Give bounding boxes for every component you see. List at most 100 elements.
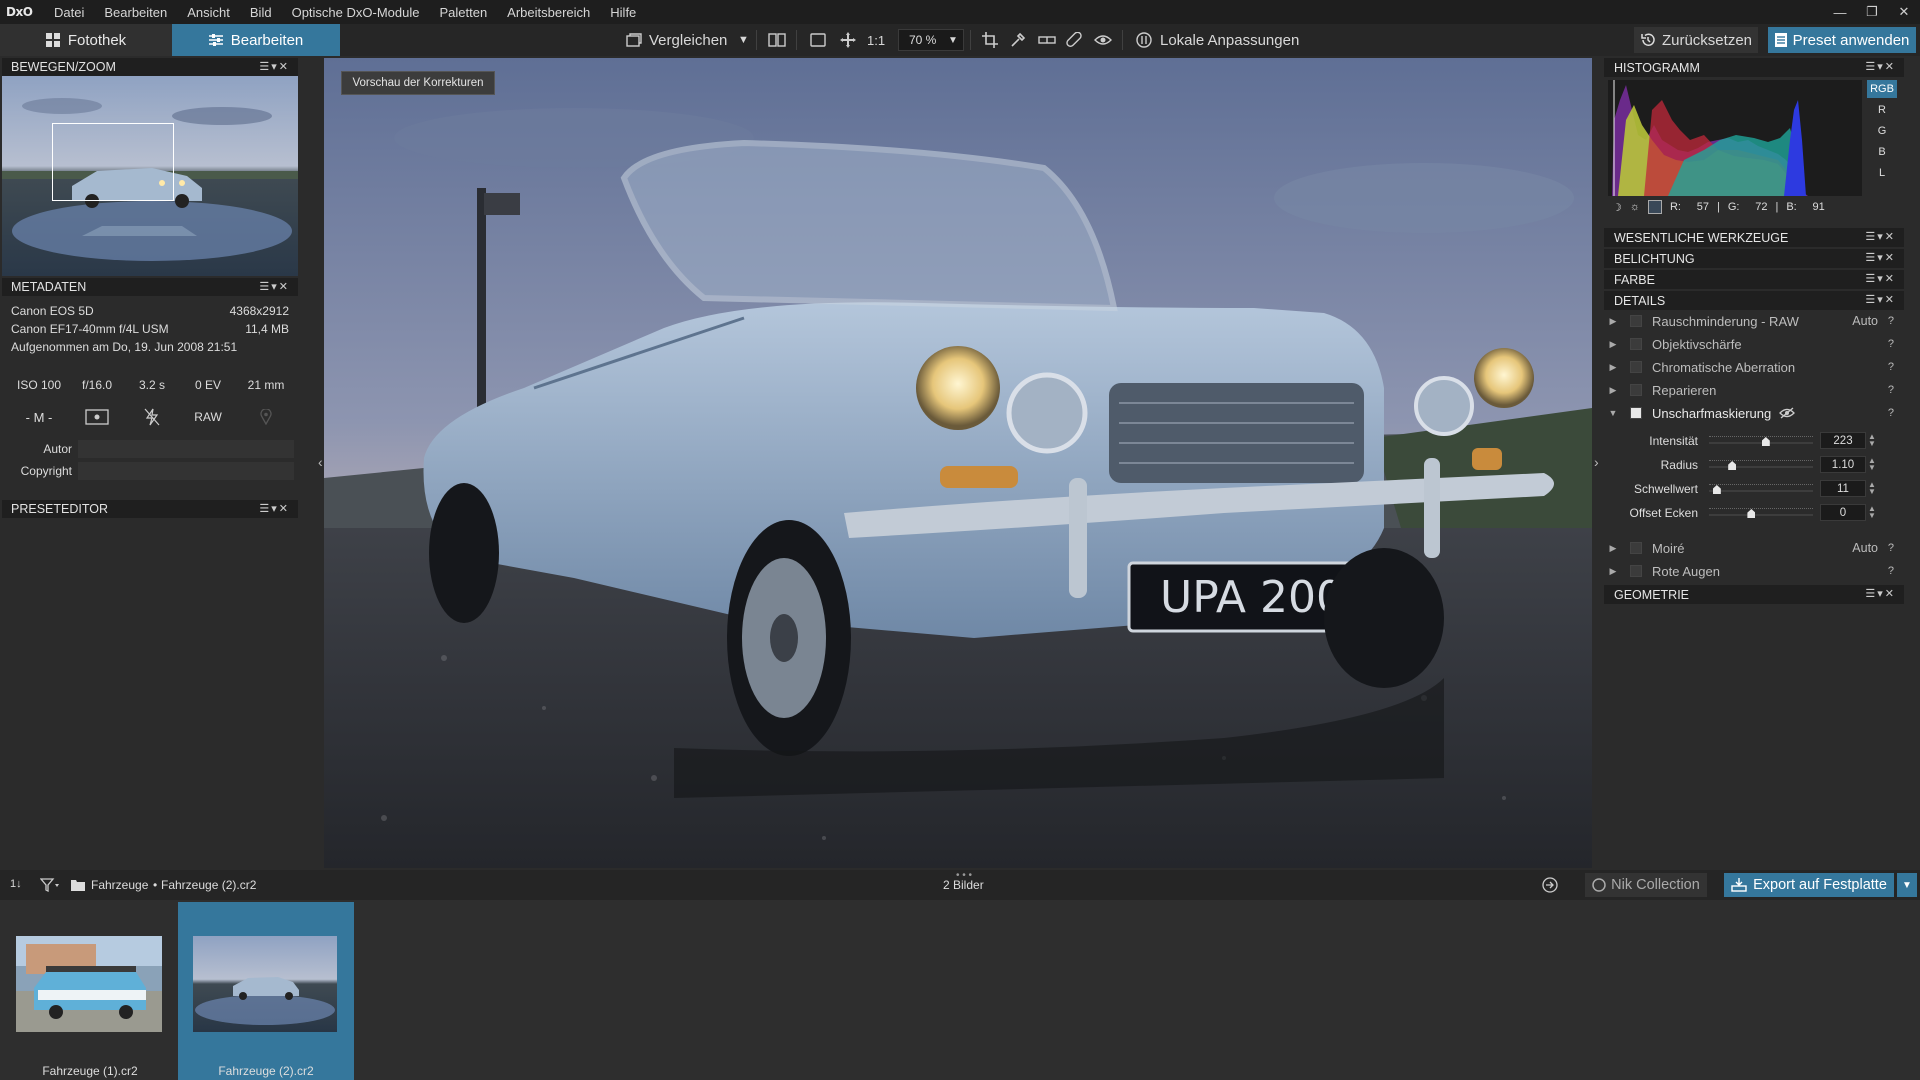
filter-icon[interactable]	[40, 878, 60, 892]
expand-arrow-icon[interactable]: ▶	[1604, 566, 1622, 577]
panel-menu-icon[interactable]: ☰▾✕	[1865, 272, 1896, 285]
hide-preview-eye-icon[interactable]	[1779, 407, 1796, 419]
navigator-viewport-rect[interactable]	[52, 123, 174, 201]
fit-view-button[interactable]	[810, 24, 826, 56]
panel-menu-icon[interactable]: ☰▾✕	[259, 280, 290, 293]
channel-b-button[interactable]: B	[1867, 143, 1897, 161]
help-icon[interactable]: ?	[1888, 542, 1894, 554]
exposure-header[interactable]: BELICHTUNG ☰▾✕	[1604, 249, 1904, 268]
image-viewer[interactable]: UPA 200	[324, 58, 1592, 868]
slider-value-input[interactable]: 1.10	[1820, 456, 1866, 473]
crop-button[interactable]	[982, 24, 998, 56]
tool-toggle-checkbox[interactable]	[1630, 338, 1642, 350]
shadow-clipping-icon[interactable]: ☽	[1612, 201, 1622, 214]
tool-moire[interactable]: ▶ Moiré Auto ?	[1604, 537, 1902, 559]
copyright-input[interactable]	[78, 462, 294, 480]
menu-arbeitsbereich[interactable]: Arbeitsbereich	[497, 5, 600, 20]
spinner-arrows-icon[interactable]: ▲ ▼	[1868, 481, 1876, 496]
breadcrumb-folder[interactable]: Fahrzeuge	[91, 878, 148, 892]
apply-preset-button[interactable]: Preset anwenden	[1768, 27, 1916, 53]
collapse-right-panel-icon[interactable]: ›	[1594, 454, 1599, 470]
export-dropdown-icon[interactable]: ▼	[1897, 873, 1917, 897]
collapse-arrow-icon[interactable]: ▼	[1604, 408, 1622, 418]
collapse-left-panel-icon[interactable]: ‹	[318, 454, 323, 470]
red-eye-button[interactable]	[1094, 24, 1112, 56]
channel-r-button[interactable]: R	[1867, 101, 1897, 119]
reset-button[interactable]: Zurücksetzen	[1634, 27, 1758, 53]
move-button[interactable]	[840, 24, 856, 56]
slider-track[interactable]	[1709, 432, 1813, 448]
tool-toggle-checkbox[interactable]	[1630, 384, 1642, 396]
help-icon[interactable]: ?	[1888, 361, 1894, 373]
slider-track[interactable]	[1709, 504, 1813, 520]
expand-arrow-icon[interactable]: ▶	[1604, 385, 1622, 396]
essential-tools-header[interactable]: WESENTLICHE WERKZEUGE ☰▾✕	[1604, 228, 1904, 247]
tool-red-eye[interactable]: ▶ Rote Augen ?	[1604, 560, 1902, 582]
help-icon[interactable]: ?	[1888, 338, 1894, 350]
spinner-arrows-icon[interactable]: ▲ ▼	[1868, 457, 1876, 472]
panel-menu-icon[interactable]: ☰▾✕	[259, 60, 290, 73]
filmstrip-item[interactable]: Fahrzeuge (1).cr2	[2, 902, 178, 1080]
one-to-one-button[interactable]: 1:1	[867, 24, 885, 56]
help-icon[interactable]: ?	[1888, 565, 1894, 577]
panel-menu-icon[interactable]: ☰▾✕	[259, 502, 290, 515]
zoom-dropdown-icon[interactable]: ▼	[948, 24, 958, 56]
slider-value-input[interactable]: 11	[1820, 480, 1866, 497]
tool-toggle-checkbox[interactable]	[1630, 361, 1642, 373]
slider-track[interactable]	[1709, 480, 1813, 496]
tool-lens-sharpness[interactable]: ▶ Objektivschärfe ?	[1604, 333, 1902, 355]
channel-rgb-button[interactable]: RGB	[1867, 80, 1897, 98]
menu-paletten[interactable]: Paletten	[429, 5, 497, 20]
expand-arrow-icon[interactable]: ▶	[1604, 543, 1622, 554]
tab-library[interactable]: Fotothek	[0, 24, 172, 56]
details-header[interactable]: DETAILS ☰▾✕	[1604, 291, 1904, 310]
panel-menu-icon[interactable]: ☰▾✕	[1865, 293, 1896, 306]
expand-arrow-icon[interactable]: ▶	[1604, 362, 1622, 373]
horizon-button[interactable]	[1038, 24, 1056, 56]
tool-toggle-checkbox[interactable]	[1630, 542, 1642, 554]
tool-chromatic-aberration[interactable]: ▶ Chromatische Aberration ?	[1604, 356, 1902, 378]
go-to-icon[interactable]	[1542, 877, 1558, 893]
menu-optische-module[interactable]: Optische DxO-Module	[282, 5, 430, 20]
tool-toggle-checkbox[interactable]	[1630, 565, 1642, 577]
compare-button[interactable]: Vergleichen	[626, 24, 727, 56]
local-adjustments-button[interactable]: Lokale Anpassungen	[1136, 24, 1299, 56]
white-balance-picker-button[interactable]	[1010, 24, 1026, 56]
compare-dropdown-icon[interactable]: ▼	[738, 24, 749, 56]
export-to-disk-button[interactable]: Export auf Festplatte	[1724, 873, 1894, 897]
menu-hilfe[interactable]: Hilfe	[600, 5, 646, 20]
menu-ansicht[interactable]: Ansicht	[177, 5, 240, 20]
filmstrip-item-selected[interactable]: Fahrzeuge (2).cr2	[178, 902, 354, 1080]
nik-collection-button[interactable]: Nik Collection	[1585, 873, 1707, 897]
slider-track[interactable]	[1709, 456, 1813, 472]
expand-arrow-icon[interactable]: ▶	[1604, 316, 1622, 327]
menu-bearbeiten[interactable]: Bearbeiten	[94, 5, 177, 20]
panel-menu-icon[interactable]: ☰▾✕	[1865, 587, 1896, 600]
slider-thumb[interactable]	[1761, 437, 1770, 446]
tab-edit[interactable]: Bearbeiten	[172, 24, 340, 56]
help-icon[interactable]: ?	[1888, 384, 1894, 396]
panel-menu-icon[interactable]: ☰▾✕	[1865, 230, 1896, 243]
tool-unsharp-mask[interactable]: ▼ Unscharfmaskierung ?	[1604, 402, 1902, 424]
highlight-clipping-icon[interactable]: ☼	[1630, 201, 1640, 213]
restore-button[interactable]: ❐	[1856, 0, 1888, 24]
help-icon[interactable]: ?	[1888, 407, 1894, 419]
spinner-arrows-icon[interactable]: ▲ ▼	[1868, 433, 1876, 448]
tool-toggle-checkbox[interactable]	[1630, 315, 1642, 327]
menu-bild[interactable]: Bild	[240, 5, 282, 20]
slider-value-input[interactable]: 0	[1820, 504, 1866, 521]
split-view-button[interactable]	[768, 24, 786, 56]
slider-value-input[interactable]: 223	[1820, 432, 1866, 449]
navigator-preview[interactable]	[2, 76, 298, 276]
minimize-button[interactable]: —	[1824, 0, 1856, 24]
panel-menu-icon[interactable]: ☰▾✕	[1865, 251, 1896, 264]
menu-datei[interactable]: Datei	[44, 5, 94, 20]
channel-l-button[interactable]: L	[1867, 164, 1897, 182]
channel-g-button[interactable]: G	[1867, 122, 1897, 140]
tool-toggle-checkbox[interactable]	[1630, 407, 1642, 419]
preview-corrections-badge[interactable]: Vorschau der Korrekturen	[341, 71, 495, 95]
spinner-arrows-icon[interactable]: ▲ ▼	[1868, 505, 1876, 520]
slider-thumb[interactable]	[1747, 509, 1756, 518]
help-icon[interactable]: ?	[1888, 315, 1894, 327]
repair-button[interactable]	[1066, 24, 1082, 56]
